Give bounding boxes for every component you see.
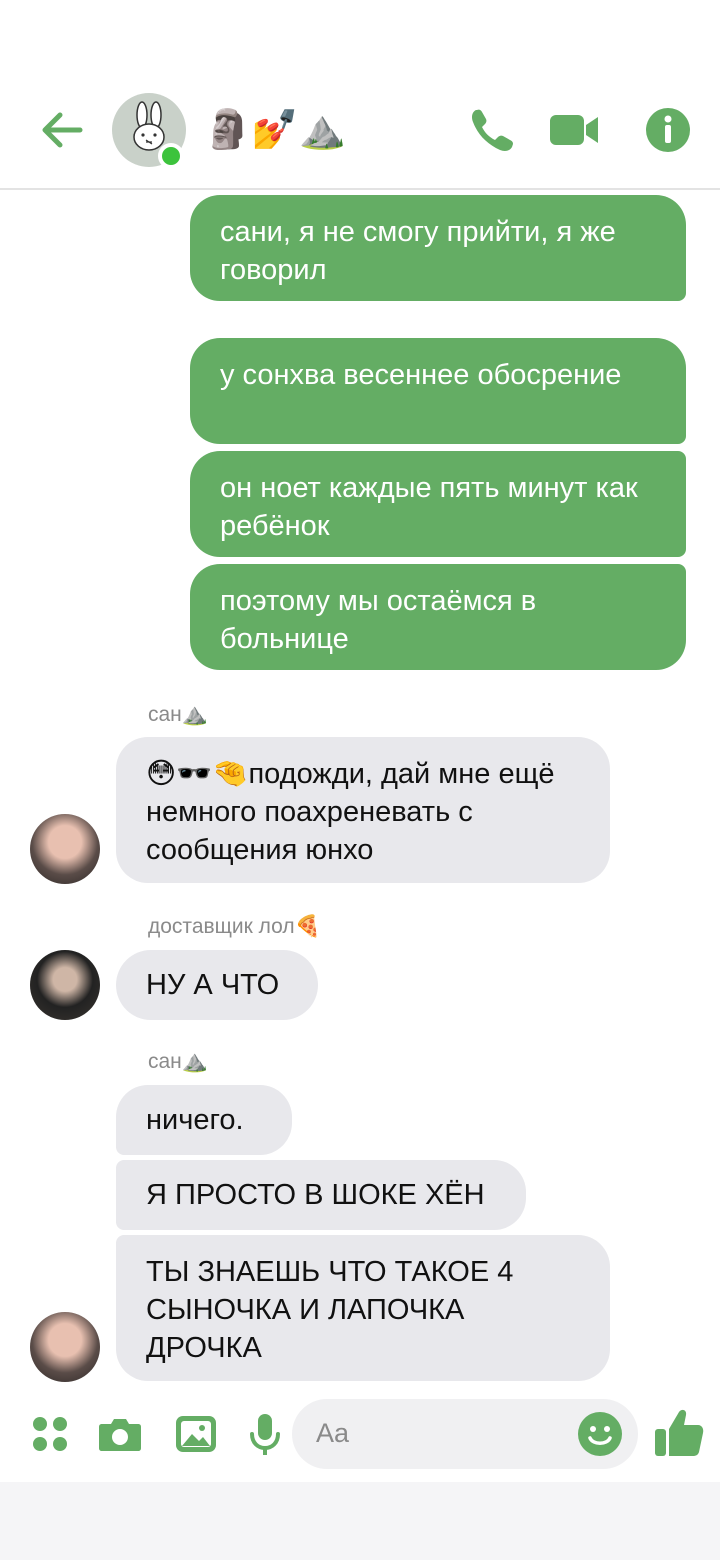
outgoing-message[interactable]: поэтому мы остаёмся в больнице [190, 564, 686, 670]
video-call-icon[interactable] [548, 104, 600, 156]
outgoing-message[interactable]: у сонхва весеннее обосрение [190, 338, 686, 444]
sender-avatar[interactable] [30, 950, 100, 1020]
phone-call-icon[interactable] [466, 104, 518, 156]
bottom-system-bar [0, 1482, 720, 1560]
sender-name: доставщик лол🍕 [148, 915, 321, 938]
incoming-message[interactable]: 😳🕶️🤏подожди, дай мне ещё немного поахрен… [116, 737, 610, 883]
camera-icon[interactable] [96, 1410, 144, 1458]
outgoing-message[interactable]: сани, я не смогу прийти, я же говорил [190, 195, 686, 301]
gallery-icon[interactable] [172, 1410, 220, 1458]
emoji-icon[interactable] [576, 1410, 624, 1458]
message-placeholder: Aa [316, 1418, 350, 1448]
chat-title[interactable]: 🗿💅⛰️ [204, 108, 346, 152]
online-status-dot [158, 143, 184, 169]
sender-avatar[interactable] [30, 1312, 100, 1382]
sender-name: сан⛰️ [148, 703, 208, 726]
chat-header: 🗿💅⛰️ [0, 0, 720, 190]
sender-avatar[interactable] [30, 814, 100, 884]
incoming-message[interactable]: НУ А ЧТО [116, 950, 318, 1020]
message-input[interactable]: Aa [292, 1399, 638, 1469]
incoming-message[interactable]: ТЫ ЗНАЕШЬ ЧТО ТАКОЕ 4 СЫНОЧКА И ЛАПОЧКА … [116, 1235, 610, 1381]
sender-name: сан⛰️ [148, 1050, 208, 1073]
incoming-message[interactable]: ничего. [116, 1085, 292, 1155]
back-arrow-icon[interactable] [36, 104, 88, 156]
composer-bar: Aa [0, 1396, 720, 1476]
info-icon[interactable] [642, 104, 694, 156]
incoming-message[interactable]: Я ПРОСТО В ШОКЕ ХЁН [116, 1160, 526, 1230]
outgoing-message[interactable]: он ноет каждые пять минут как ребёнок [190, 451, 686, 557]
microphone-icon[interactable] [242, 1410, 290, 1458]
apps-grid-icon[interactable] [28, 1410, 76, 1458]
thumbs-up-icon[interactable] [652, 1406, 706, 1460]
